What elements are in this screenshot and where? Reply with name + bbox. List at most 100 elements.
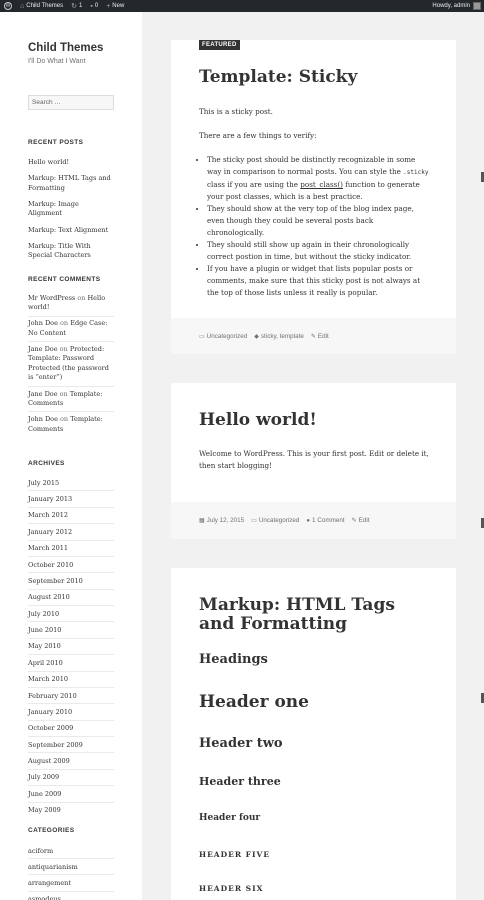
post-title[interactable]: Template: Sticky <box>199 68 357 87</box>
comment-icon: ▪ <box>90 2 93 10</box>
my-account-link[interactable]: Howdy, admin <box>432 0 481 12</box>
categories-title: CATEGORIES <box>28 827 75 834</box>
headings-heading: Headings <box>199 652 268 667</box>
pencil-icon: ✎ <box>310 333 316 340</box>
list-item[interactable]: September 2009 <box>28 736 114 752</box>
list-item[interactable]: Markup: Text Alignment <box>28 222 114 238</box>
list-item[interactable]: asmodeus <box>28 890 114 900</box>
category-link[interactable]: ▭ Uncategorized <box>251 517 299 524</box>
list-item[interactable]: January 2013 <box>28 490 114 506</box>
categories-list: aciform antiquarianism arrangement asmod… <box>28 843 114 900</box>
list-item[interactable]: October 2010 <box>28 555 114 572</box>
list-item[interactable]: March 2010 <box>28 670 114 687</box>
list-item[interactable]: January 2010 <box>28 703 114 719</box>
list-item[interactable]: antiquarianism <box>28 858 114 874</box>
post-footer: ▭ Uncategorized ◆ sticky, template ✎ Edit <box>171 318 456 354</box>
folder-icon: ▭ <box>199 333 205 340</box>
post-title[interactable]: Markup: HTML Tags and Formatting <box>199 596 429 634</box>
list-item: The sticky post should be distinctly rec… <box>207 154 429 203</box>
list-item[interactable]: May 2010 <box>28 637 114 654</box>
comment-icon: ● <box>306 518 311 524</box>
list-item[interactable]: July 2009 <box>28 768 114 785</box>
list-item[interactable]: arrangement <box>28 874 114 890</box>
wordpress-icon: W <box>4 2 12 10</box>
list-item[interactable]: August 2010 <box>28 588 114 605</box>
plus-icon: + <box>106 2 111 10</box>
post-markup: Markup: HTML Tags and Formatting Heading… <box>171 568 456 900</box>
site-name-link[interactable]: ⌂ Child Themes <box>16 0 67 12</box>
comments-link[interactable]: ● 1 Comment <box>306 517 344 524</box>
header-one: Header one <box>199 692 309 712</box>
list-item: John Doe on Edge Case: No Content <box>28 315 114 342</box>
recent-posts-title: RECENT POSTS <box>28 139 84 146</box>
post-footer: ▦ July 12, 2015 ▭ Uncategorized ● 1 Comment… <box>171 502 456 539</box>
calendar-icon: ▦ <box>199 518 205 524</box>
site-title[interactable]: Child Themes <box>28 42 103 54</box>
site-description: I'll Do What I Want <box>28 58 86 65</box>
list-item[interactable]: August 2009 <box>28 752 114 768</box>
tag-icon: ◆ <box>254 333 259 340</box>
header-six: HEADER SIX <box>199 884 264 893</box>
list-item[interactable]: Markup: Title With Special Characters <box>28 238 114 264</box>
list-item[interactable]: May 2009 <box>28 801 114 818</box>
header-four: Header four <box>199 813 261 823</box>
post-list: The sticky post should be distinctly rec… <box>199 154 429 299</box>
featured-badge: FEATURED <box>199 40 240 50</box>
list-item[interactable]: Markup: Image Alignment <box>28 197 114 223</box>
list-item[interactable]: June 2009 <box>28 785 114 801</box>
list-item[interactable]: July 2015 <box>28 475 114 490</box>
admin-bar: W ⌂ Child Themes ↻ 1 ▪ 0 + New Howdy, ad… <box>0 0 484 12</box>
list-item: John Doe on Template: Comments <box>28 411 114 437</box>
wp-logo-button[interactable]: W <box>0 0 16 12</box>
edit-link[interactable]: ✎ Edit <box>311 333 329 340</box>
list-item[interactable]: March 2012 <box>28 506 114 523</box>
avatar <box>473 2 481 10</box>
comments-link[interactable]: ▪ 0 <box>86 0 102 12</box>
comment-author[interactable]: Mr WordPress <box>28 294 75 302</box>
post-sticky: FEATURED Template: Sticky This is a stic… <box>171 40 456 354</box>
post-hello-world: Hello world! Welcome to WordPress. This … <box>171 383 456 539</box>
edit-link[interactable]: ✎ Edit <box>352 517 370 524</box>
recent-posts-list: Hello world! Markup: HTML Tags and Forma… <box>28 155 114 264</box>
home-icon: ⌂ <box>20 2 25 10</box>
recent-comments-list: Mr WordPress on Hello world! John Doe on… <box>28 291 114 437</box>
list-item: They should show at the very top of the … <box>207 203 429 239</box>
list-item: If you have a plugin or widget that list… <box>207 263 429 299</box>
header-three: Header three <box>199 775 281 788</box>
list-item[interactable]: April 2010 <box>28 654 114 670</box>
archives-title: ARCHIVES <box>28 460 65 467</box>
post-content: Welcome to WordPress. This is your first… <box>199 449 429 470</box>
sidebar: Child Themes I'll Do What I Want Search … <box>0 12 142 900</box>
header-five: HEADER FIVE <box>199 850 271 859</box>
post-title[interactable]: Hello world! <box>199 411 317 430</box>
list-item[interactable]: October 2009 <box>28 719 114 736</box>
list-item[interactable]: July 2010 <box>28 605 114 621</box>
tags-link[interactable]: ◆ sticky, template <box>254 333 304 340</box>
list-item[interactable]: Markup: HTML Tags and Formatting <box>28 171 114 197</box>
recent-comments-title: RECENT COMMENTS <box>28 276 101 283</box>
list-item[interactable]: February 2010 <box>28 686 114 703</box>
list-item: Mr WordPress on Hello world! <box>28 293 106 312</box>
comment-author: Jane Doe <box>28 389 58 398</box>
list-item[interactable]: January 2012 <box>28 523 114 539</box>
list-item[interactable]: March 2011 <box>28 539 114 556</box>
updates-link[interactable]: ↻ 1 <box>67 0 86 12</box>
refresh-icon: ↻ <box>71 3 78 10</box>
list-item: Jane Doe on Template: Comments <box>28 385 114 412</box>
search-input[interactable]: Search … <box>28 95 114 110</box>
category-link[interactable]: ▭ Uncategorized <box>199 333 247 340</box>
list-item[interactable]: aciform <box>28 843 114 858</box>
archives-list: July 2015 January 2013 March 2012 Januar… <box>28 475 114 818</box>
new-content-link[interactable]: + New <box>102 0 128 12</box>
header-two: Header two <box>199 736 283 751</box>
date-link[interactable]: ▦ July 12, 2015 <box>199 517 244 524</box>
list-item: They should still show up again in their… <box>207 239 429 263</box>
folder-icon: ▭ <box>251 518 257 524</box>
list-item[interactable]: September 2010 <box>28 572 114 588</box>
list-item[interactable]: June 2010 <box>28 621 114 637</box>
list-item: Jane Doe on Protected: Template: Passwor… <box>28 341 114 386</box>
list-item[interactable]: Hello world! <box>28 155 114 171</box>
comment-author: John Doe <box>28 319 58 328</box>
post-content: This is a sticky post. There are a few t… <box>199 106 429 299</box>
post-class-link[interactable]: post_class() <box>300 180 343 189</box>
